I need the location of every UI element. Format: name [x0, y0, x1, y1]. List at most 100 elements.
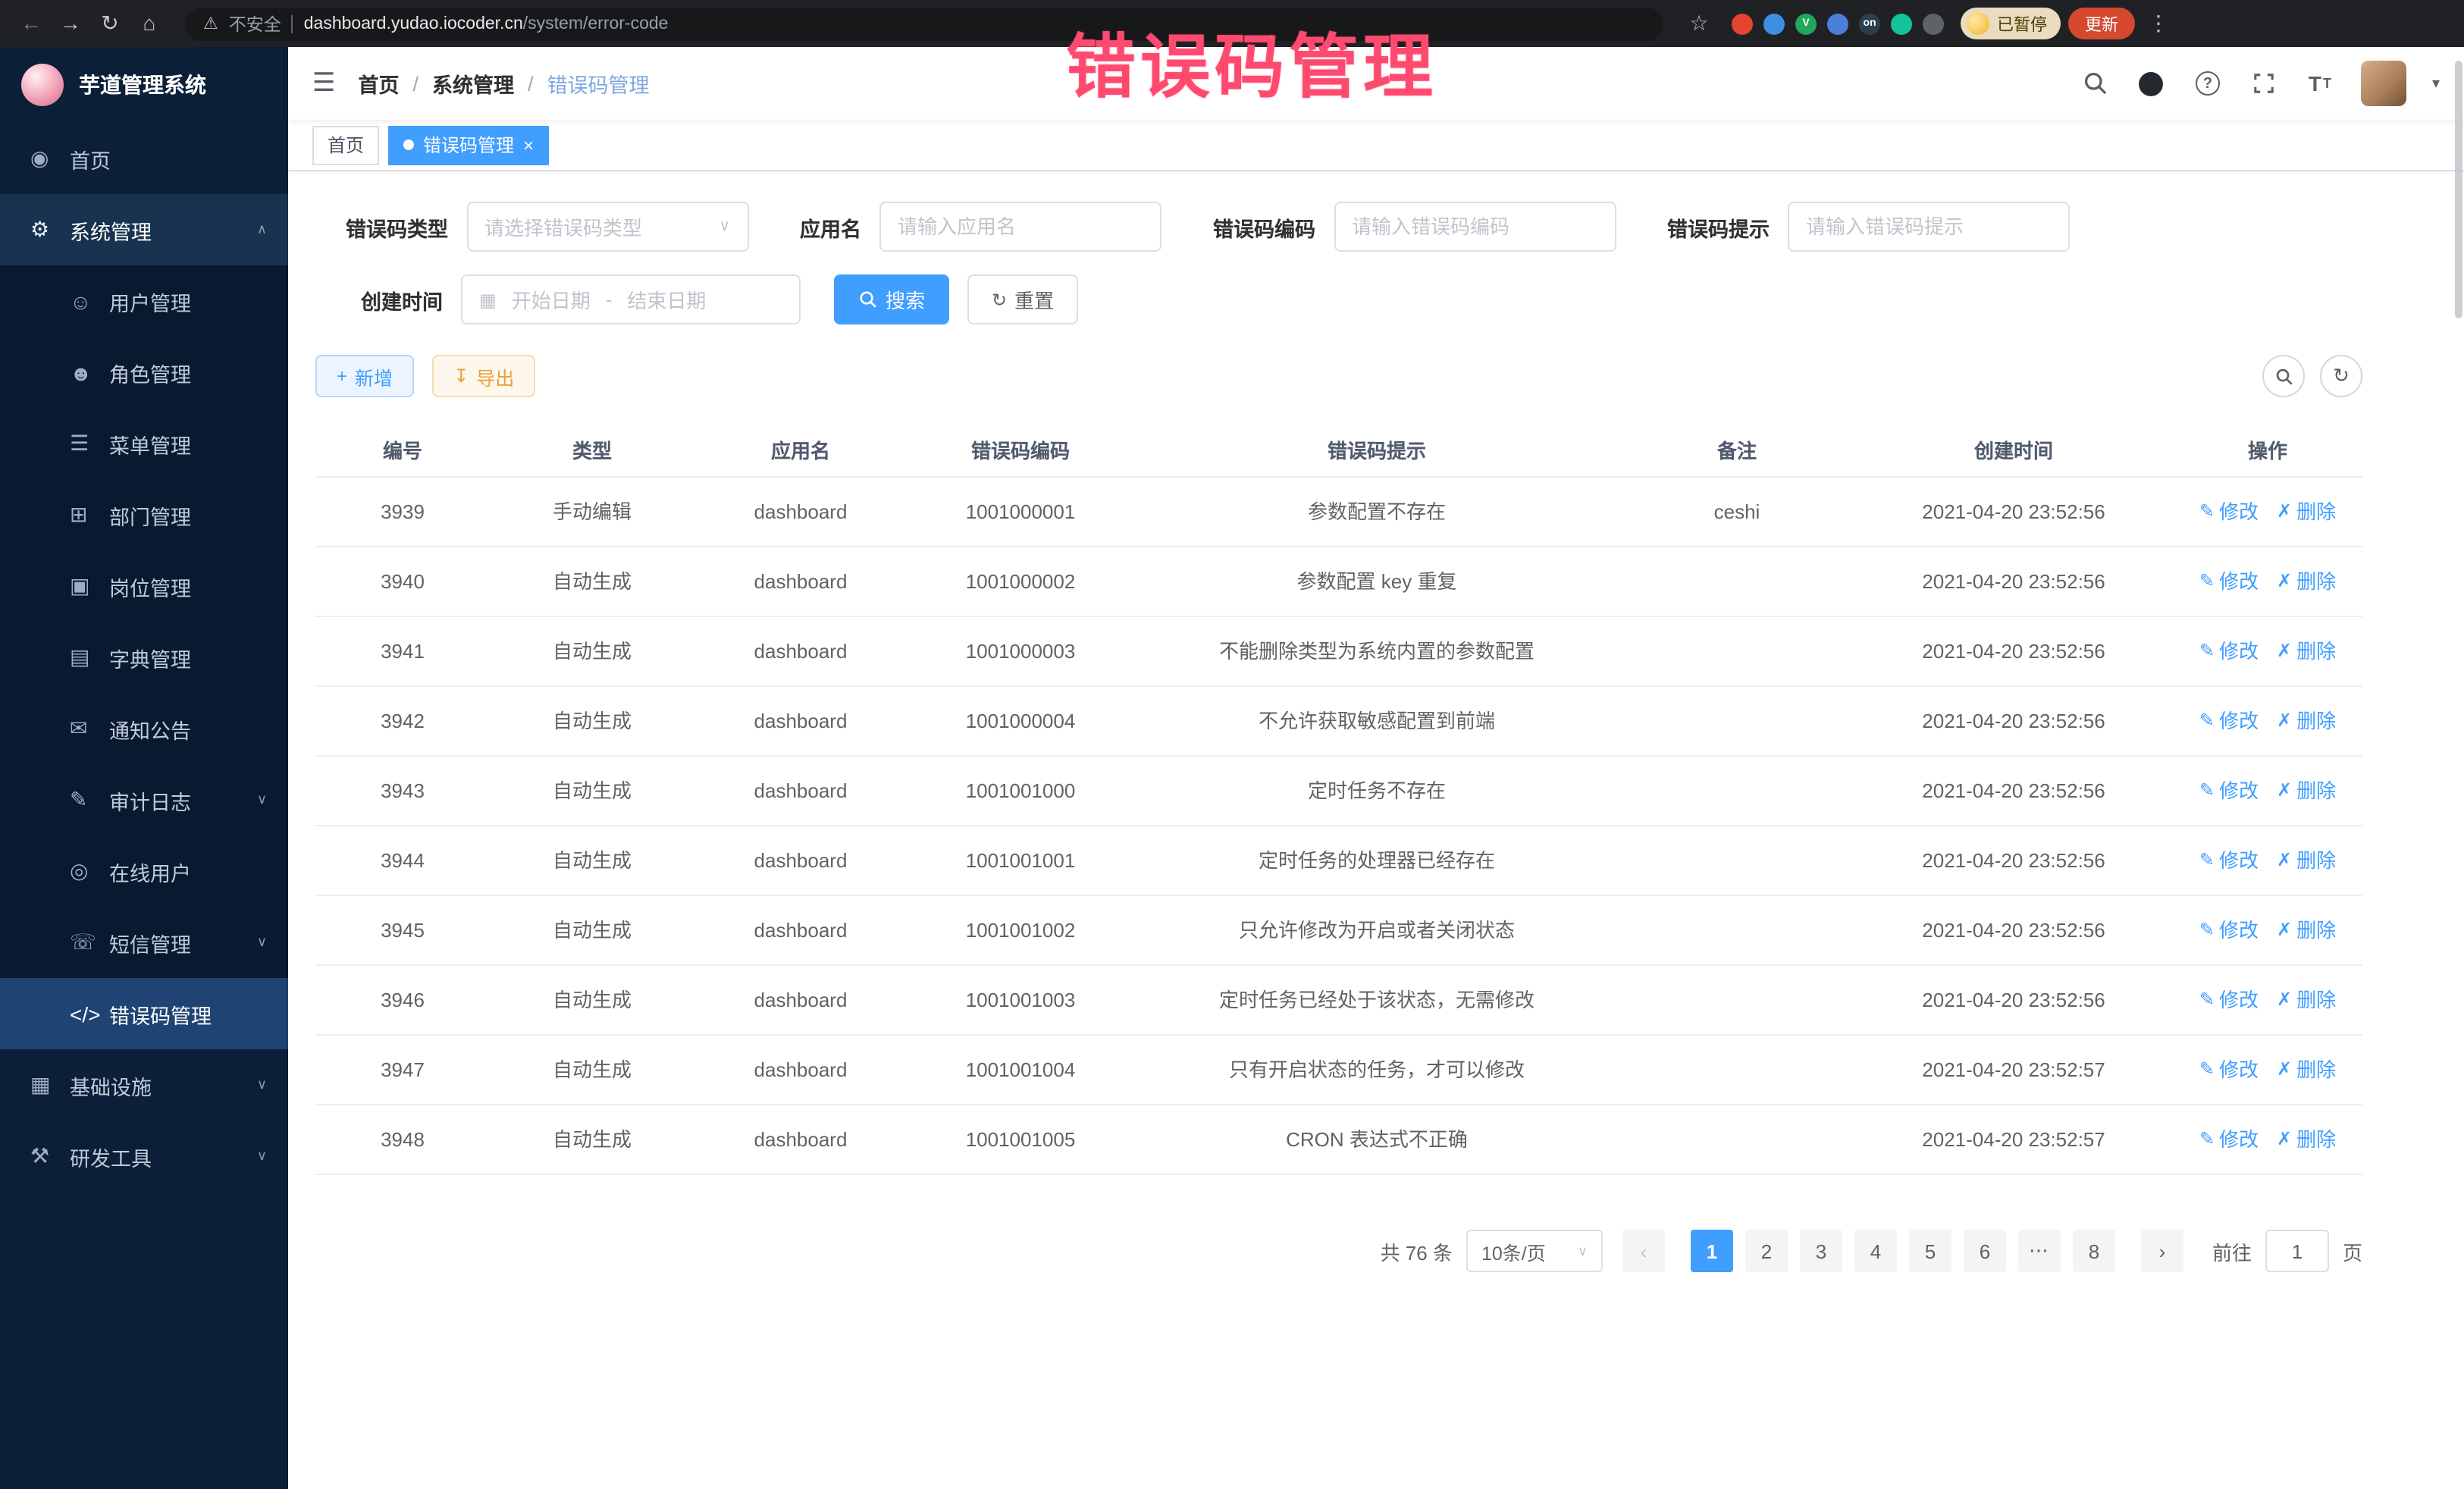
bookmark-star-icon[interactable]: ☆: [1683, 0, 1715, 47]
cell-code: 1001000002: [907, 547, 1134, 616]
delete-link[interactable]: ✗删除: [2277, 916, 2336, 945]
edit-link[interactable]: ✎修改: [2199, 846, 2259, 875]
table-row: 3948 自动生成 dashboard 1001001005 CRON 表达式不…: [315, 1105, 2362, 1175]
sidebar-item-departments[interactable]: ⊞ 部门管理: [0, 479, 288, 550]
home-icon[interactable]: ⌂: [133, 0, 165, 47]
app-name-input[interactable]: [879, 202, 1161, 252]
sidebar-item-sms[interactable]: ☏ 短信管理 ∨: [0, 907, 288, 978]
extension-icon[interactable]: [1923, 13, 1944, 34]
forward-icon[interactable]: →: [55, 0, 86, 47]
breadcrumb-item[interactable]: 系统管理: [432, 68, 514, 99]
sidebar-item-infrastructure[interactable]: ▦ 基础设施 ∨: [0, 1049, 288, 1121]
sidebar-item-error-codes[interactable]: </> 错误码管理: [0, 978, 288, 1049]
delete-link[interactable]: ✗删除: [2277, 1125, 2336, 1154]
edit-link[interactable]: ✎修改: [2199, 1125, 2259, 1154]
cell-operations: ✎修改 ✗删除: [2173, 547, 2362, 616]
edit-link[interactable]: ✎修改: [2199, 986, 2259, 1014]
app-logo[interactable]: 芋道管理系统: [0, 47, 288, 123]
edit-link[interactable]: ✎修改: [2199, 916, 2259, 945]
page-button[interactable]: 1: [1691, 1230, 1733, 1272]
delete-link[interactable]: ✗删除: [2277, 1055, 2336, 1084]
edit-link[interactable]: ✎修改: [2199, 567, 2259, 596]
extension-icon[interactable]: on: [1859, 13, 1880, 34]
delete-link[interactable]: ✗删除: [2277, 707, 2336, 735]
sidebar-menu: ◉ 首页 ⚙ 系统管理 ∧ ☺ 用户管理 ☻ 角色管理 ☰ 菜单管理 ⊞ 部门管…: [0, 123, 288, 1474]
cell-type: 自动生成: [490, 826, 694, 895]
profile-paused-badge[interactable]: 已暂停: [1961, 8, 2061, 39]
delete-link[interactable]: ✗删除: [2277, 567, 2336, 596]
back-icon[interactable]: ←: [15, 0, 47, 47]
reset-button[interactable]: ↻ 重置: [967, 274, 1078, 324]
add-button[interactable]: + 新增: [315, 355, 414, 397]
cell-message: 定时任务的处理器已经存在: [1134, 826, 1619, 895]
page-button[interactable]: 6: [1964, 1230, 2006, 1272]
breadcrumb-item[interactable]: 错误码管理: [547, 68, 650, 99]
edit-link[interactable]: ✎修改: [2199, 1055, 2259, 1084]
plus-icon: +: [337, 367, 347, 385]
refresh-table-icon[interactable]: ↻: [2320, 355, 2362, 397]
page-more-button[interactable]: ⋯: [2018, 1230, 2061, 1272]
error-code-input[interactable]: [1334, 202, 1616, 252]
menu-dots-icon[interactable]: ⋮: [2143, 0, 2174, 47]
font-size-icon[interactable]: TT: [2305, 68, 2335, 99]
error-type-select[interactable]: 请选择错误码类型 ∨: [466, 202, 748, 252]
search-icon[interactable]: [2080, 68, 2111, 99]
edit-link[interactable]: ✎修改: [2199, 497, 2259, 526]
page-size-select[interactable]: 10条/页 ∨: [1466, 1230, 1603, 1272]
extension-icon[interactable]: V: [1795, 13, 1817, 34]
sidebar-item-positions[interactable]: ▣ 岗位管理: [0, 550, 288, 622]
sidebar-item-notices[interactable]: ✉ 通知公告: [0, 693, 288, 764]
sidebar-item-dev-tools[interactable]: ⚒ 研发工具 ∨: [0, 1121, 288, 1192]
page-button[interactable]: 3: [1800, 1230, 1842, 1272]
github-icon[interactable]: [2136, 68, 2167, 99]
delete-link[interactable]: ✗删除: [2277, 637, 2336, 666]
extension-icon[interactable]: [1732, 13, 1753, 34]
search-button[interactable]: 搜索: [834, 274, 949, 324]
page-jump-input[interactable]: [2265, 1230, 2329, 1272]
app-title: 芋道管理系统: [79, 70, 206, 100]
view-tab[interactable]: 错误码管理 ×: [388, 125, 549, 165]
page-button[interactable]: 5: [1909, 1230, 1951, 1272]
scrollbar[interactable]: [2455, 61, 2462, 318]
address-bar[interactable]: ⚠ 不安全 dashboard.yudao.iocoder.cn/system/…: [185, 7, 1663, 40]
avatar[interactable]: [2361, 61, 2406, 106]
delete-link[interactable]: ✗删除: [2277, 986, 2336, 1014]
hamburger-icon[interactable]: ☰: [312, 68, 336, 99]
close-icon[interactable]: ×: [523, 136, 534, 154]
sidebar-item-audit-log[interactable]: ✎ 审计日志 ∨: [0, 764, 288, 835]
delete-link[interactable]: ✗删除: [2277, 497, 2336, 526]
sidebar-item-online-users[interactable]: ◎ 在线用户: [0, 835, 288, 907]
show-search-icon[interactable]: [2262, 355, 2305, 397]
breadcrumb-item[interactable]: 首页: [359, 68, 400, 99]
view-tab[interactable]: 首页: [312, 125, 379, 165]
fullscreen-icon[interactable]: [2249, 68, 2279, 99]
edit-link[interactable]: ✎修改: [2199, 776, 2259, 805]
extension-icon[interactable]: [1763, 13, 1785, 34]
date-range-picker[interactable]: ▦ 开始日期 - 结束日期: [461, 274, 801, 324]
help-icon[interactable]: ?: [2193, 68, 2223, 99]
error-hint-input[interactable]: [1788, 202, 2070, 252]
sidebar-item-dictionary[interactable]: ▤ 字典管理: [0, 622, 288, 693]
extension-icon[interactable]: [1827, 13, 1848, 34]
sidebar-item-roles[interactable]: ☻ 角色管理: [0, 337, 288, 408]
table-row: 3946 自动生成 dashboard 1001001003 定时任务已经处于该…: [315, 966, 2362, 1036]
edit-link[interactable]: ✎修改: [2199, 707, 2259, 735]
reload-icon[interactable]: ↻: [94, 0, 126, 47]
page-button[interactable]: 8: [2073, 1230, 2115, 1272]
sidebar-item-users[interactable]: ☺ 用户管理: [0, 265, 288, 337]
edit-link[interactable]: ✎修改: [2199, 637, 2259, 666]
sidebar-item-system[interactable]: ⚙ 系统管理 ∧: [0, 194, 288, 265]
extension-icon[interactable]: [1891, 13, 1912, 34]
browser-update-button[interactable]: 更新: [2068, 8, 2135, 39]
delete-link[interactable]: ✗删除: [2277, 776, 2336, 805]
chevron-down-icon[interactable]: ▾: [2432, 75, 2440, 92]
page-button[interactable]: 2: [1745, 1230, 1788, 1272]
next-page-button[interactable]: ›: [2141, 1230, 2183, 1272]
sidebar-item-menus[interactable]: ☰ 菜单管理: [0, 408, 288, 479]
prev-page-button[interactable]: ‹: [1622, 1230, 1665, 1272]
sidebar-item-home[interactable]: ◉ 首页: [0, 123, 288, 194]
delete-icon: ✗: [2277, 916, 2292, 945]
export-button[interactable]: ↧ 导出: [432, 355, 535, 397]
delete-link[interactable]: ✗删除: [2277, 846, 2336, 875]
page-button[interactable]: 4: [1854, 1230, 1897, 1272]
